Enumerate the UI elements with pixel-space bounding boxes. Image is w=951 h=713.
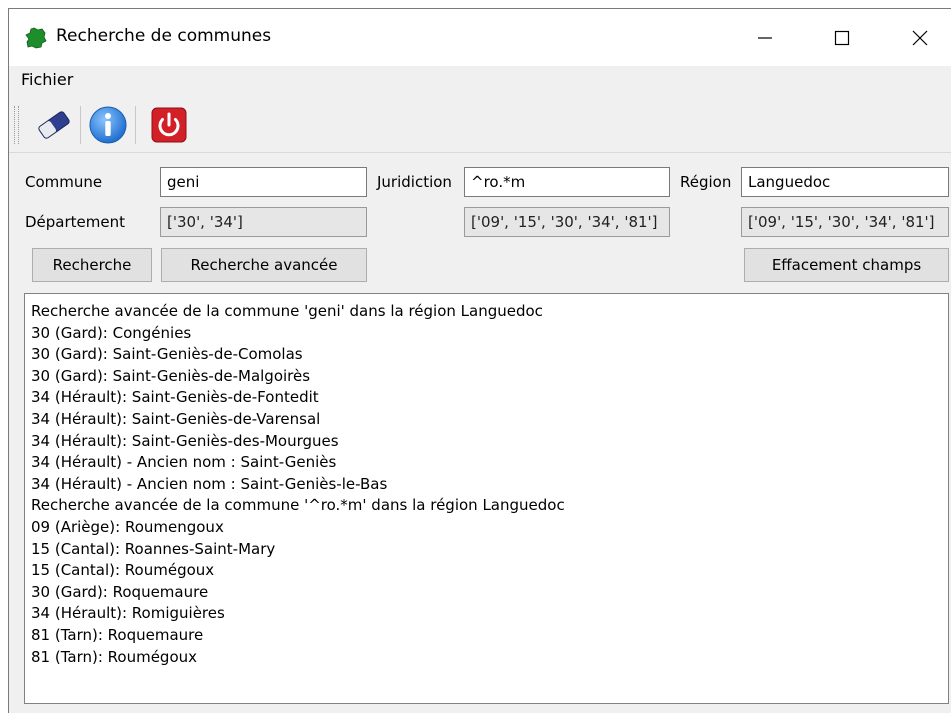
results-textarea[interactable]: Recherche avancée de la commune 'geni' d… xyxy=(24,293,949,704)
commune-input[interactable] xyxy=(160,167,367,197)
toolbar-separator xyxy=(80,106,81,144)
result-line: 34 (Hérault): Romiguières xyxy=(31,604,225,623)
result-line: 34 (Hérault): Saint-Geniès-des-Mourgues xyxy=(31,431,339,450)
departement-label: Département xyxy=(25,213,125,231)
menu-fichier[interactable]: Fichier xyxy=(21,70,73,89)
result-line: 34 (Hérault): Saint-Geniès-de-Fontedit xyxy=(31,388,319,407)
minimize-button[interactable] xyxy=(734,9,796,66)
result-line: 81 (Tarn): Roumégoux xyxy=(31,647,198,666)
result-line: 09 (Ariège): Roumengoux xyxy=(31,517,224,536)
result-line: 30 (Gard): Congénies xyxy=(31,323,192,342)
recherche-button[interactable]: Recherche xyxy=(32,248,152,282)
quit-button[interactable] xyxy=(147,103,191,147)
effacement-champs-button[interactable]: Effacement champs xyxy=(744,248,949,282)
info-button[interactable] xyxy=(86,103,130,147)
departement-commune-field: ['30', '34'] xyxy=(160,207,367,237)
maximize-button[interactable] xyxy=(811,9,873,66)
commune-label: Commune xyxy=(25,173,103,191)
maximize-icon xyxy=(834,30,850,45)
result-line: 30 (Gard): Roquemaure xyxy=(31,582,209,601)
result-line: 81 (Tarn): Roquemaure xyxy=(31,625,204,644)
result-line: 34 (Hérault) - Ancien nom : Saint-Geniès… xyxy=(31,474,388,493)
toolbar-grip[interactable] xyxy=(14,106,19,144)
france-map-icon xyxy=(25,27,47,49)
menu-bar: Fichier xyxy=(9,66,951,98)
result-line: 15 (Cantal): Roannes-Saint-Mary xyxy=(31,539,276,558)
result-line: Recherche avancée de la commune '^ro.*m'… xyxy=(31,496,565,515)
eraser-icon xyxy=(38,111,70,139)
toolbar xyxy=(9,98,951,153)
result-line: 30 (Gard): Saint-Geniès-de-Malgoirès xyxy=(31,366,311,385)
window-title: Recherche de communes xyxy=(56,26,272,46)
power-icon xyxy=(151,107,187,143)
close-button[interactable] xyxy=(889,9,951,66)
toolbar-separator xyxy=(135,106,136,144)
result-line: 15 (Cantal): Roumégoux xyxy=(31,561,215,580)
result-line: 34 (Hérault) - Ancien nom : Saint-Geniès xyxy=(31,453,337,472)
clear-button[interactable] xyxy=(32,103,76,147)
result-line: 30 (Gard): Saint-Geniès-de-Comolas xyxy=(31,345,303,364)
juridiction-label: Juridiction xyxy=(377,173,452,191)
close-icon xyxy=(912,30,928,45)
recherche-avancee-button[interactable]: Recherche avancée xyxy=(161,248,367,282)
result-line: Recherche avancée de la commune 'geni' d… xyxy=(31,302,543,320)
region-input[interactable] xyxy=(741,167,949,197)
result-line: 34 (Hérault): Saint-Geniès-de-Varensal xyxy=(31,409,321,428)
departement-juridiction-field: ['09', '15', '30', '34', '81'] xyxy=(464,207,670,237)
info-icon xyxy=(89,106,127,144)
minimize-icon xyxy=(758,36,772,39)
region-label: Région xyxy=(680,173,732,191)
departement-region-field: ['09', '15', '30', '34', '81'] xyxy=(741,207,949,237)
juridiction-input[interactable] xyxy=(464,167,670,197)
title-bar: Recherche de communes xyxy=(9,9,951,66)
